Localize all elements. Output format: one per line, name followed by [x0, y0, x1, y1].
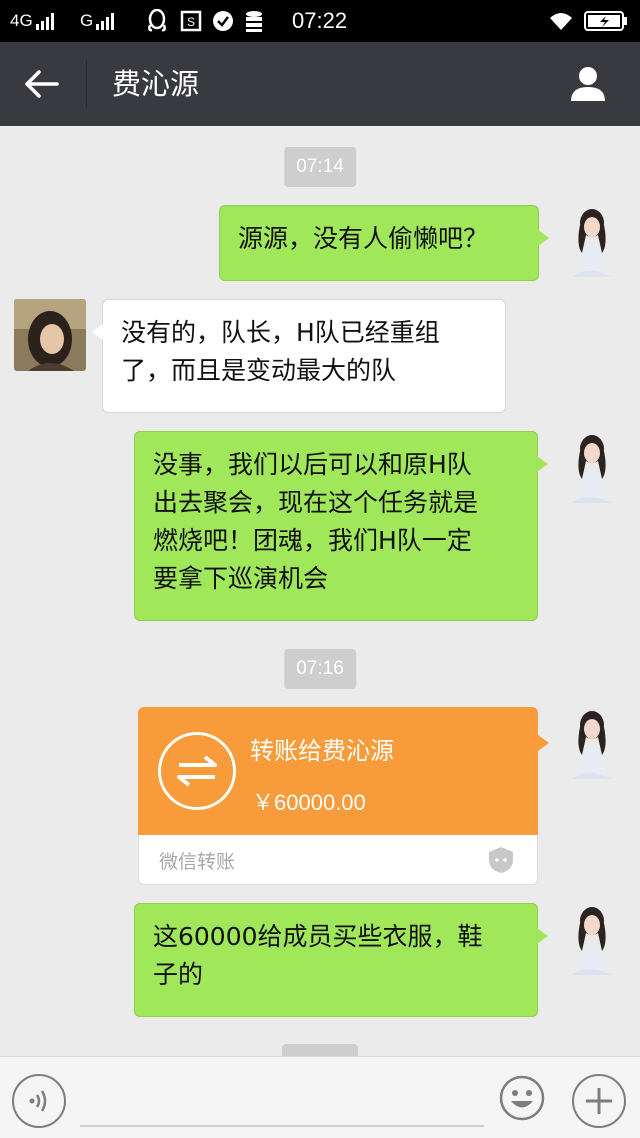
chat-title: 费沁源	[112, 67, 200, 101]
message-text-line: 没事，我们以后可以和原H队	[153, 450, 472, 479]
transfer-title: 转账给费沁源	[250, 737, 394, 765]
message-bubble-incoming[interactable]: 没有的，队长，H队已经重组 了，而且是变动最大的队	[92, 299, 506, 413]
sim-icon: S	[180, 0, 202, 42]
check-icon	[212, 0, 234, 42]
message-text: 源源，没有人偷懒吧？	[238, 224, 489, 253]
message-text-line: 没有的，队长，H队已经重组	[121, 318, 440, 347]
network-4g-indicator: 4G	[10, 0, 54, 42]
message-text-line: 出去聚会，现在这个任务就是	[153, 488, 479, 517]
network-g-label: G	[80, 11, 94, 30]
my-avatar[interactable]	[558, 707, 626, 779]
shield-icon	[487, 845, 515, 875]
transfer-card-footer: 微信转账	[138, 835, 538, 885]
network-4g-label: 4G	[10, 11, 33, 30]
status-time: 07:22	[292, 8, 348, 33]
emoji-icon[interactable]	[498, 1074, 546, 1122]
transfer-source-label: 微信转账	[159, 851, 236, 873]
clock-time: 07:22	[292, 0, 347, 42]
transfer-card-header: 转账给费沁源 ￥60000.00	[138, 707, 549, 835]
message-input[interactable]	[80, 1075, 484, 1127]
qq-icon	[146, 0, 168, 42]
battery-charging-icon	[584, 0, 628, 42]
message-text-line: 燃烧吧！团魂，我们H队一定	[153, 526, 472, 555]
my-avatar[interactable]	[558, 431, 626, 503]
person-icon[interactable]	[566, 62, 610, 106]
message-text-line: 要拿下巡演机会	[153, 564, 329, 593]
transfer-amount: ￥60000.00	[252, 790, 366, 815]
signal-icon	[96, 12, 115, 30]
contact-avatar[interactable]	[14, 299, 86, 371]
my-avatar[interactable]	[558, 903, 626, 975]
message-bubble-outgoing[interactable]: 源源，没有人偷懒吧？	[219, 205, 549, 281]
my-avatar[interactable]	[558, 205, 626, 277]
message-text-line: 这60000给成员买些衣服，鞋	[153, 922, 483, 951]
timestamp: 07:14	[284, 147, 356, 187]
chat-header: 费沁源	[0, 42, 640, 126]
svg-text:S: S	[187, 15, 195, 29]
message-bubble-outgoing[interactable]: 没事，我们以后可以和原H队 出去聚会，现在这个任务就是 燃烧吧！团魂，我们H队一…	[134, 431, 548, 621]
message-text-line: 了，而且是变动最大的队	[121, 356, 397, 385]
header-divider	[86, 60, 87, 108]
transfer-card[interactable]: 转账给费沁源 ￥60000.00 微信转账	[138, 707, 549, 885]
database-icon	[244, 0, 264, 42]
status-bar: 4G G S 07:22	[0, 0, 640, 42]
voice-icon[interactable]	[12, 1074, 66, 1128]
plus-icon[interactable]	[572, 1074, 626, 1128]
transfer-arrows-icon	[158, 732, 236, 810]
input-bar	[0, 1056, 640, 1138]
timestamp: 07:16	[284, 649, 356, 689]
back-arrow-icon[interactable]	[18, 62, 66, 106]
wifi-icon	[548, 0, 574, 42]
message-bubble-outgoing[interactable]: 这60000给成员买些衣服，鞋 子的	[134, 903, 548, 1017]
signal-icon	[35, 12, 54, 30]
network-g-indicator: G	[80, 0, 115, 42]
message-text-line: 子的	[153, 960, 204, 989]
